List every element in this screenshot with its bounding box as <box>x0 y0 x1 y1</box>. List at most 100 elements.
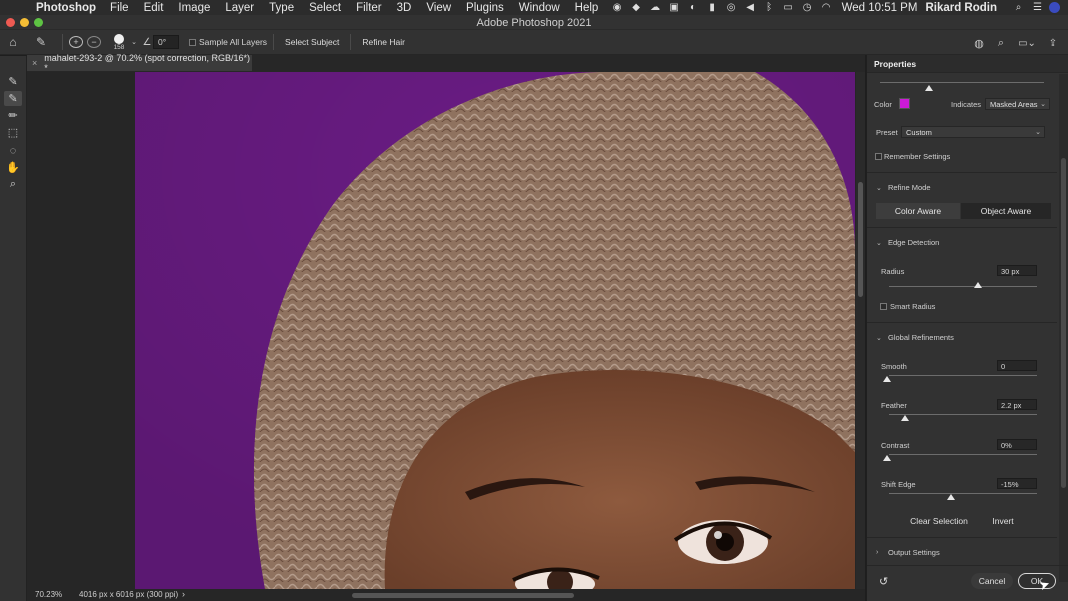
contrast-field[interactable]: 0% <box>997 439 1037 450</box>
feather-slider-track[interactable] <box>889 414 1037 415</box>
radius-slider-knob[interactable] <box>973 282 982 288</box>
smart-radius-checkbox[interactable] <box>880 303 887 310</box>
feather-field[interactable]: 2.2 px <box>997 399 1037 410</box>
canvas-vertical-scrollbar[interactable] <box>856 72 865 589</box>
zoom-icon[interactable]: ⌕ <box>4 177 22 192</box>
menu-type[interactable]: Type <box>269 2 294 14</box>
smooth-slider-knob[interactable] <box>883 376 891 382</box>
creative-cloud-icon[interactable]: ◉ <box>608 2 627 13</box>
bluetooth-icon[interactable]: ᛒ <box>760 2 779 13</box>
tool-preset-brush-icon[interactable]: ✎ <box>26 34 56 50</box>
document-canvas[interactable] <box>27 72 856 589</box>
bookmark-icon[interactable]: ▮ <box>703 2 722 13</box>
share-icon[interactable]: ⇪ <box>1046 35 1060 51</box>
contrast-slider-track[interactable] <box>889 454 1037 455</box>
home-icon[interactable]: ⌂ <box>0 34 26 50</box>
divider <box>867 172 1057 173</box>
control-center-icon[interactable]: ☰ <box>1028 2 1047 13</box>
siri-icon[interactable] <box>1049 2 1060 13</box>
radius-slider-track[interactable] <box>889 286 1037 287</box>
smooth-field[interactable]: 0 <box>997 360 1037 371</box>
volume-icon[interactable]: ◀ <box>741 2 760 13</box>
menu-file[interactable]: File <box>110 2 129 14</box>
scroll-thumb[interactable] <box>858 182 863 297</box>
refine-hair-button[interactable]: Refine Hair <box>357 35 410 49</box>
shift-edge-slider-knob[interactable] <box>947 494 955 500</box>
refine-edge-brush-icon[interactable]: ✎ <box>4 91 22 106</box>
screen-record-icon[interactable]: ▣ <box>665 2 684 13</box>
object-aware-button[interactable]: Object Aware <box>961 203 1051 219</box>
spotlight-icon[interactable]: ⌕ <box>1009 2 1028 13</box>
add-to-selection-icon[interactable]: + <box>69 36 83 48</box>
battery-icon[interactable]: ▭ <box>779 2 798 13</box>
invert-button[interactable]: Invert <box>985 513 1021 528</box>
menu-app-name[interactable]: Photoshop <box>36 2 96 14</box>
properties-title: Properties <box>874 59 917 69</box>
properties-tab[interactable]: Properties <box>867 55 1068 73</box>
opacity-slider-track[interactable] <box>880 82 1044 83</box>
menu-filter[interactable]: Filter <box>356 2 382 14</box>
lasso-icon[interactable]: ◌ <box>4 143 22 158</box>
opacity-slider-knob[interactable] <box>925 85 933 91</box>
shift-edge-slider-track[interactable] <box>889 493 1037 494</box>
time-machine-icon[interactable]: ◷ <box>798 2 817 13</box>
quick-selection-icon[interactable]: ✎ <box>4 74 22 89</box>
preset-dropdown[interactable]: Custom ⌄ <box>901 126 1045 138</box>
select-subject-button[interactable]: Select Subject <box>280 35 344 49</box>
menubar-user[interactable]: Rikard Rodin <box>925 2 997 14</box>
airplay-icon[interactable]: ◎ <box>722 2 741 13</box>
remember-settings-checkbox[interactable] <box>875 153 882 160</box>
object-selection-icon[interactable]: ⬚ <box>4 125 22 140</box>
search-icon[interactable]: ⌕ <box>994 35 1008 51</box>
close-tab-icon[interactable]: × <box>32 58 37 68</box>
angle-field[interactable]: 0° <box>153 35 179 49</box>
menu-edit[interactable]: Edit <box>144 2 164 14</box>
mask-color-swatch[interactable] <box>899 98 910 109</box>
reset-icon[interactable]: ↺ <box>879 575 888 588</box>
menu-view[interactable]: View <box>426 2 451 14</box>
refine-mode-section[interactable]: ⌄ Refine Mode <box>876 183 931 192</box>
menu-image[interactable]: Image <box>178 2 210 14</box>
zoom-level[interactable]: 70.23% <box>35 590 62 599</box>
menu-plugins[interactable]: Plugins <box>466 2 504 14</box>
menu-layer[interactable]: Layer <box>225 2 254 14</box>
cloud-sync-icon[interactable]: ☁ <box>646 2 665 13</box>
global-refinements-title: Global Refinements <box>888 333 954 342</box>
menu-select[interactable]: Select <box>309 2 341 14</box>
menu-window[interactable]: Window <box>519 2 560 14</box>
color-aware-button[interactable]: Color Aware <box>876 203 960 219</box>
global-refinements-section[interactable]: ⌄ Global Refinements <box>876 333 954 342</box>
radius-field[interactable]: 30 px <box>997 265 1037 276</box>
wifi-icon[interactable]: ◠ <box>817 2 836 13</box>
shift-edge-field[interactable]: -15% <box>997 478 1037 489</box>
subtract-from-selection-icon[interactable]: − <box>87 36 101 48</box>
brush-icon[interactable]: ✏ <box>4 108 22 123</box>
indicates-dropdown[interactable]: Masked Areas ⌄ <box>985 98 1050 110</box>
cancel-button[interactable]: Cancel <box>971 573 1013 589</box>
menubar-clock[interactable]: Wed 10:51 PM <box>842 2 918 14</box>
hand-icon[interactable]: ✋ <box>4 160 22 175</box>
panel-scroll-thumb[interactable] <box>1061 158 1066 488</box>
separator <box>273 34 275 50</box>
clear-selection-button[interactable]: Clear Selection <box>905 513 973 528</box>
feather-slider-knob[interactable] <box>901 415 909 421</box>
menu-3d[interactable]: 3D <box>397 2 412 14</box>
refine-mode-title: Refine Mode <box>888 183 931 192</box>
brush-size-picker[interactable]: 158 <box>111 33 127 51</box>
panel-scrollbar[interactable] <box>1059 74 1068 582</box>
contrast-slider-knob[interactable] <box>883 455 891 461</box>
output-settings-section[interactable]: › Output Settings <box>876 548 940 557</box>
dropbox-icon[interactable]: ◆ <box>627 2 646 13</box>
controls-icon[interactable]: ◐ <box>684 2 703 13</box>
chevron-down-icon[interactable]: ⌄ <box>127 34 141 50</box>
chevron-right-icon[interactable]: › <box>182 589 185 599</box>
canvas-horizontal-scrollbar[interactable] <box>352 593 574 598</box>
workspace-icon[interactable]: ▭⌄ <box>1016 35 1038 51</box>
learn-icon[interactable]: ◍ <box>972 35 986 51</box>
menu-help[interactable]: Help <box>575 2 599 14</box>
sample-all-layers-checkbox[interactable] <box>189 38 196 46</box>
smooth-slider-track[interactable] <box>889 375 1037 376</box>
document-tab[interactable]: × mahalet-293-2 @ 70.2% (spot correction… <box>27 53 252 73</box>
preset-value: Custom <box>906 128 932 137</box>
edge-detection-section[interactable]: ⌄ Edge Detection <box>876 238 939 247</box>
